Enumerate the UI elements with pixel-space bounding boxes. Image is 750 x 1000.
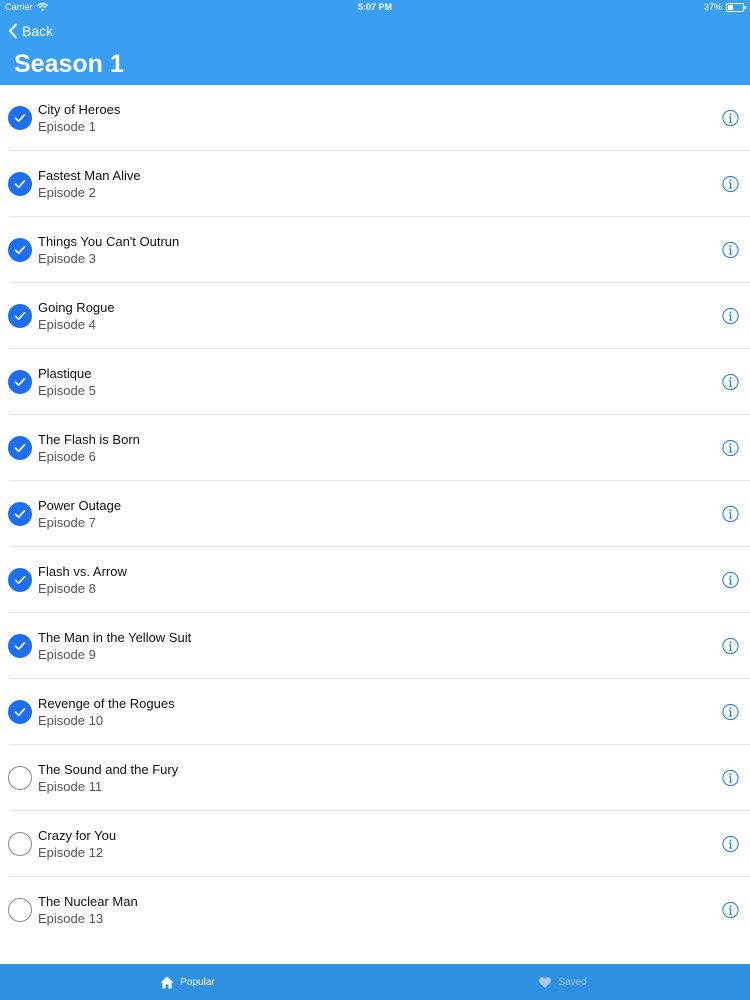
episode-title: City of Heroes	[38, 102, 121, 117]
episode-texts: Crazy for You Episode 12	[38, 828, 116, 860]
watched-checkmark-icon[interactable]	[8, 502, 32, 526]
episode-number: Episode 12	[38, 845, 104, 860]
episode-title: The Nuclear Man	[38, 894, 138, 909]
tab-label: Popular	[180, 976, 215, 988]
episode-title: Power Outage	[38, 498, 122, 513]
tab-label: Saved	[558, 976, 587, 988]
page-title: Season 1	[14, 50, 124, 78]
status-bar: Carrier 5:07 PM 37%	[0, 0, 750, 16]
watched-checkmark-icon[interactable]	[8, 172, 32, 196]
episode-texts: The Flash is Born Episode 6	[38, 432, 140, 464]
episode-title: Plastique	[38, 366, 92, 381]
info-icon[interactable]	[722, 307, 739, 325]
episode-title: Revenge of the Rogues	[38, 696, 175, 711]
episode-row[interactable]: Going Rogue Episode 4	[8, 283, 750, 349]
info-icon[interactable]	[722, 571, 739, 589]
watched-checkmark-icon[interactable]	[8, 304, 32, 328]
battery-icon	[726, 2, 746, 12]
battery-fill	[728, 4, 733, 10]
chevron-left-icon	[9, 23, 17, 39]
episode-number: Episode 9	[38, 647, 96, 662]
episode-texts: Plastique Episode 5	[38, 366, 96, 398]
episode-number: Episode 2	[38, 185, 96, 200]
unwatched-circle-icon[interactable]	[8, 766, 32, 790]
home-icon	[160, 976, 174, 988]
episode-row[interactable]: Crazy for You Episode 12	[8, 811, 750, 877]
nav-header: Carrier 5:07 PM 37% Back Season 1	[0, 0, 750, 85]
tab-bar: Popular Saved	[0, 964, 750, 1000]
status-right: 37%	[703, 2, 746, 12]
episode-number: Episode 5	[38, 383, 96, 398]
episode-texts: Revenge of the Rogues Episode 10	[38, 696, 175, 728]
back-label: Back	[22, 23, 54, 39]
episode-number: Episode 8	[38, 581, 96, 596]
watched-checkmark-icon[interactable]	[8, 568, 32, 592]
episode-row[interactable]: Flash vs. Arrow Episode 8	[8, 547, 750, 613]
episode-list: City of Heroes Episode 1 Fastest Man Alive…	[0, 85, 750, 943]
episode-row[interactable]: Power Outage Episode 7	[8, 481, 750, 547]
episode-row[interactable]: The Flash is Born Episode 6	[8, 415, 750, 481]
episode-row[interactable]: The Man in the Yellow Suit Episode 9	[8, 613, 750, 679]
episode-texts: City of Heroes Episode 1	[38, 102, 120, 134]
tab-saved[interactable]: Saved	[375, 964, 750, 1000]
tab-popular[interactable]: Popular	[0, 964, 375, 1000]
info-icon[interactable]	[722, 241, 739, 259]
info-icon[interactable]	[722, 109, 739, 127]
episode-row[interactable]: City of Heroes Episode 1	[8, 85, 750, 151]
info-icon[interactable]	[722, 505, 739, 523]
episode-number: Episode 13	[38, 911, 104, 926]
episode-title: The Sound and the Fury	[38, 762, 179, 777]
episode-number: Episode 3	[38, 251, 96, 266]
episode-row[interactable]: Plastique Episode 5	[8, 349, 750, 415]
watched-checkmark-icon[interactable]	[8, 634, 32, 658]
episode-number: Episode 7	[38, 515, 96, 530]
episode-title: Things You Can't Outrun	[38, 234, 180, 249]
info-icon[interactable]	[722, 835, 739, 853]
info-icon[interactable]	[722, 439, 739, 457]
episode-number: Episode 11	[38, 779, 103, 794]
episode-row[interactable]: Things You Can't Outrun Episode 3	[8, 217, 750, 283]
watched-checkmark-icon[interactable]	[8, 106, 32, 130]
info-icon[interactable]	[722, 703, 739, 721]
episode-title: Fastest Man Alive	[38, 168, 141, 183]
episode-title: Flash vs. Arrow	[38, 564, 127, 579]
status-time: 5:07 PM	[357, 2, 392, 12]
episode-row[interactable]: The Nuclear Man Episode 13	[8, 877, 750, 943]
episode-texts: Going Rogue Episode 4	[38, 300, 115, 332]
episode-title: The Man in the Yellow Suit	[38, 630, 192, 645]
episode-number: Episode 6	[38, 449, 96, 464]
episode-number: Episode 10	[38, 713, 104, 728]
unwatched-circle-icon[interactable]	[8, 898, 32, 922]
watched-checkmark-icon[interactable]	[8, 370, 32, 394]
info-icon[interactable]	[722, 769, 739, 787]
episode-texts: Flash vs. Arrow Episode 8	[38, 564, 127, 596]
episode-number: Episode 4	[38, 317, 96, 332]
episode-texts: Fastest Man Alive Episode 2	[38, 168, 141, 200]
watched-checkmark-icon[interactable]	[8, 436, 32, 460]
episode-title: Going Rogue	[38, 300, 115, 315]
watched-checkmark-icon[interactable]	[8, 238, 32, 262]
battery-percent: 37%	[703, 2, 722, 12]
episode-row[interactable]: Revenge of the Rogues Episode 10	[8, 679, 750, 745]
episode-row[interactable]: The Sound and the Fury Episode 11	[8, 745, 750, 811]
episode-row[interactable]: Fastest Man Alive Episode 2	[8, 151, 750, 217]
info-icon[interactable]	[722, 373, 739, 391]
episode-texts: Power Outage Episode 7	[38, 498, 121, 530]
back-button[interactable]: Back	[8, 22, 53, 40]
unwatched-circle-icon[interactable]	[8, 832, 32, 856]
episode-title: Crazy for You	[38, 828, 117, 843]
episode-texts: The Man in the Yellow Suit Episode 9	[38, 630, 191, 662]
info-icon[interactable]	[722, 637, 739, 655]
episode-number: Episode 1	[38, 119, 96, 134]
info-icon[interactable]	[722, 175, 739, 193]
episode-texts: The Sound and the Fury Episode 11	[38, 762, 178, 794]
heart-icon	[539, 976, 552, 988]
episode-texts: Things You Can't Outrun Episode 3	[38, 234, 179, 266]
episode-texts: The Nuclear Man Episode 13	[38, 894, 138, 926]
watched-checkmark-icon[interactable]	[8, 700, 32, 724]
episode-title: The Flash is Born	[38, 432, 140, 447]
info-icon[interactable]	[722, 901, 739, 919]
